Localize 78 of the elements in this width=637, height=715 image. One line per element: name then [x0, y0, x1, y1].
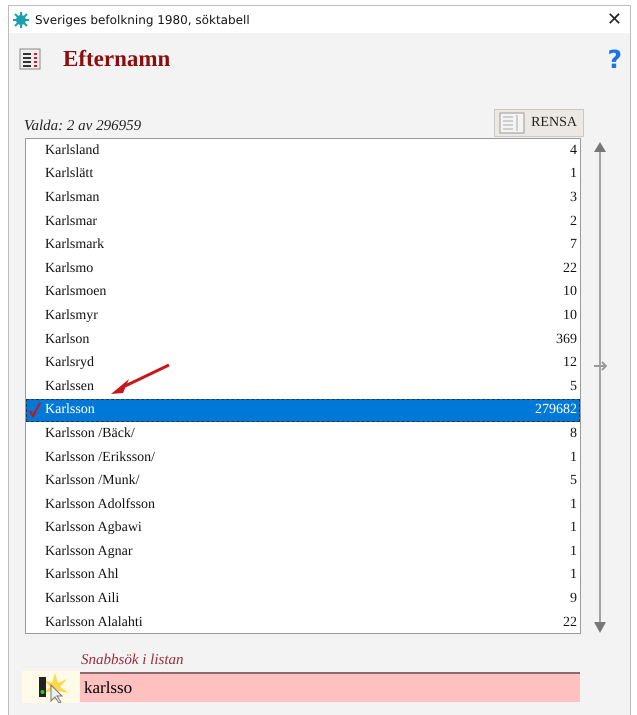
list-row[interactable]: Karlsson Ahl 1: [26, 564, 580, 588]
header-title: Efternamn: [63, 46, 172, 72]
app-icon: [13, 12, 29, 28]
list-row[interactable]: Karlsson Alalahti 22: [26, 610, 580, 633]
list-row[interactable]: Karlsson Agnar 1: [26, 540, 580, 564]
list-row[interactable]: Karlslätt 1: [26, 162, 580, 186]
list-row[interactable]: Karlsson Aili 9: [26, 587, 580, 611]
surname: Karlsman: [45, 190, 100, 206]
count: 5: [570, 378, 577, 395]
count: 1: [570, 520, 577, 536]
count: 10: [563, 308, 577, 324]
surname: Karlsson Aili: [45, 591, 120, 608]
traffic-light-button[interactable]: [22, 671, 80, 703]
count: 8: [570, 426, 577, 442]
list-row[interactable]: Karlsson Adolfsson 1: [26, 492, 580, 516]
surname: Karlsson: [45, 402, 96, 418]
list-row[interactable]: Karlsmoen 10: [26, 280, 580, 304]
count: 9: [570, 591, 577, 608]
surname: Karlsryd: [45, 355, 95, 372]
count: 3: [570, 190, 577, 206]
count: 22: [563, 260, 577, 277]
surname: Karlssen: [45, 378, 95, 395]
list-row[interactable]: Karlsson 279682: [26, 398, 580, 422]
list-row[interactable]: Karlsson /Bäck/ 8: [26, 422, 580, 446]
list-row[interactable]: Karlsland 4: [26, 139, 580, 163]
surname: Karlsson /Eriksson/: [45, 450, 156, 466]
name-list[interactable]: [25, 138, 581, 634]
surname: Karlsson /Munk/: [45, 473, 140, 490]
count: 5: [570, 473, 577, 490]
list-row[interactable]: Karlsryd 12: [26, 351, 580, 375]
list-row[interactable]: Karlsman 3: [26, 186, 580, 210]
surname: Karlsmar: [45, 214, 98, 230]
surname: Karlsson /Bäck/: [45, 426, 136, 442]
list-row[interactable]: Karlsson Agbawi 1: [26, 516, 580, 540]
count: 1: [570, 450, 577, 466]
list-icon: [499, 112, 526, 134]
surname: Karlson: [45, 332, 90, 348]
arrow-annotation: [109, 363, 171, 397]
count: 2: [570, 214, 577, 230]
surname: Karlsson Alalahti: [45, 614, 144, 631]
surname: Karlsson Adolfsson: [45, 496, 156, 513]
list-row[interactable]: Karlsson /Munk/ 5: [26, 469, 580, 493]
count: 7: [570, 237, 577, 254]
count: 1: [570, 496, 577, 513]
surname: Karlsland: [45, 142, 100, 159]
clear-button[interactable]: RENSA: [494, 109, 584, 137]
count: 369: [556, 332, 577, 348]
count: 12: [563, 355, 577, 372]
count: 22: [563, 614, 577, 631]
surname: Karlsmark: [45, 237, 106, 254]
surname: Karlsson Agbawi: [45, 520, 143, 536]
count: 1: [570, 544, 577, 560]
selection-count: Valda: 2 av 296959: [24, 118, 142, 135]
surname: Karlsmyr: [45, 308, 99, 324]
surname: Karlsson Ahl: [45, 567, 120, 584]
surname: Karlslätt: [45, 166, 94, 182]
list-icon: [19, 48, 41, 70]
list-row[interactable]: Karlsmo 22: [26, 256, 580, 281]
list-row[interactable]: Karlson 369: [26, 328, 580, 352]
help-button[interactable]: ?: [607, 44, 622, 74]
list-row[interactable]: Karlsson /Eriksson/ 1: [26, 446, 580, 470]
surname: Karlsmo: [45, 260, 94, 277]
count: 10: [563, 284, 577, 300]
list-row[interactable]: Karlsmar 2: [26, 210, 580, 234]
list-row[interactable]: Karlssen 5: [26, 374, 580, 399]
quick-search-label: Snabbsök i listan: [81, 652, 185, 669]
count: 1: [570, 166, 577, 182]
list-row[interactable]: Karlsmark 7: [26, 233, 580, 257]
count: 1: [570, 567, 577, 584]
scrollbar[interactable]: [593, 142, 607, 634]
surname: Karlsson Agnar: [45, 544, 134, 560]
list-row[interactable]: Karlsmyr 10: [26, 304, 580, 328]
surname: Karlsmoen: [45, 284, 108, 300]
count: 4: [570, 142, 577, 159]
window-title: Sveriges befolkning 1980, söktabell: [35, 12, 251, 26]
close-button[interactable]: ✕: [606, 10, 622, 28]
count: 279682: [535, 402, 577, 418]
quick-search-field[interactable]: karlsso: [80, 672, 580, 702]
